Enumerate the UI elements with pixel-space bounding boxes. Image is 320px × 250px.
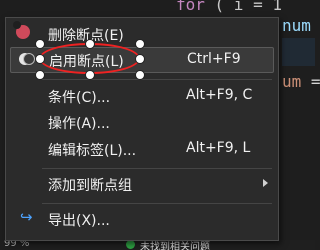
menu-item-label: 添加到断点组: [48, 178, 132, 194]
menu-item-shortcut: Alt+F9, L: [186, 140, 251, 156]
menu-item-export[interactable]: ↪ 导出(X)...: [6, 206, 278, 232]
submenu-arrow-icon: [263, 179, 268, 187]
status-message[interactable]: 未找到相关问题: [140, 240, 210, 250]
menu-item-label: 编辑标签(L)...: [48, 143, 137, 159]
resize-handle[interactable]: [85, 70, 95, 80]
menu-item-action[interactable]: 操作(A)...: [6, 109, 278, 135]
no-issues-icon: [126, 240, 135, 249]
menu-item-label: 启用断点(L): [49, 54, 124, 70]
delete-breakpoint-icon: [13, 21, 30, 39]
code-line: num: [282, 16, 311, 35]
code-line: for ( i = 1: [176, 0, 282, 14]
resize-handle[interactable]: [135, 39, 145, 49]
menu-item-edit-labels[interactable]: 编辑标签(L)... Alt+F9, L: [6, 136, 278, 162]
resize-handle[interactable]: [35, 70, 45, 80]
menu-separator: [42, 168, 272, 169]
menu-item-add-to-breakpoint-group[interactable]: 添加到断点组: [6, 171, 278, 197]
resize-handle[interactable]: [135, 70, 145, 80]
menu-item-condition[interactable]: 条件(C)... Alt+F9, C: [6, 83, 278, 109]
resize-handle[interactable]: [35, 54, 45, 64]
menu-item-label: 操作(A)...: [48, 116, 110, 132]
zoom-level[interactable]: 99 %: [4, 240, 29, 249]
menu-item-shortcut: Alt+F9, C: [186, 87, 253, 103]
breakpoint-context-menu: 删除断点(E) 启用断点(L) Ctrl+F9 条件(C)... Alt+F9,…: [5, 17, 279, 241]
menu-item-label: 导出(X)...: [48, 213, 110, 229]
enable-breakpoint-icon: [19, 53, 35, 67]
menu-item-label: 条件(C)...: [48, 90, 111, 106]
menu-item-shortcut: Ctrl+F9: [187, 51, 241, 67]
status-bar: 99 % 未找到相关问题: [0, 240, 315, 250]
code-line: um =: [282, 72, 320, 91]
export-icon: ↪: [20, 208, 33, 226]
line-highlight: [282, 38, 315, 66]
resize-handle[interactable]: [35, 39, 45, 49]
menu-separator: [42, 79, 272, 80]
resize-handle[interactable]: [135, 54, 145, 64]
menu-separator: [42, 203, 272, 204]
resize-handle[interactable]: [85, 39, 95, 49]
